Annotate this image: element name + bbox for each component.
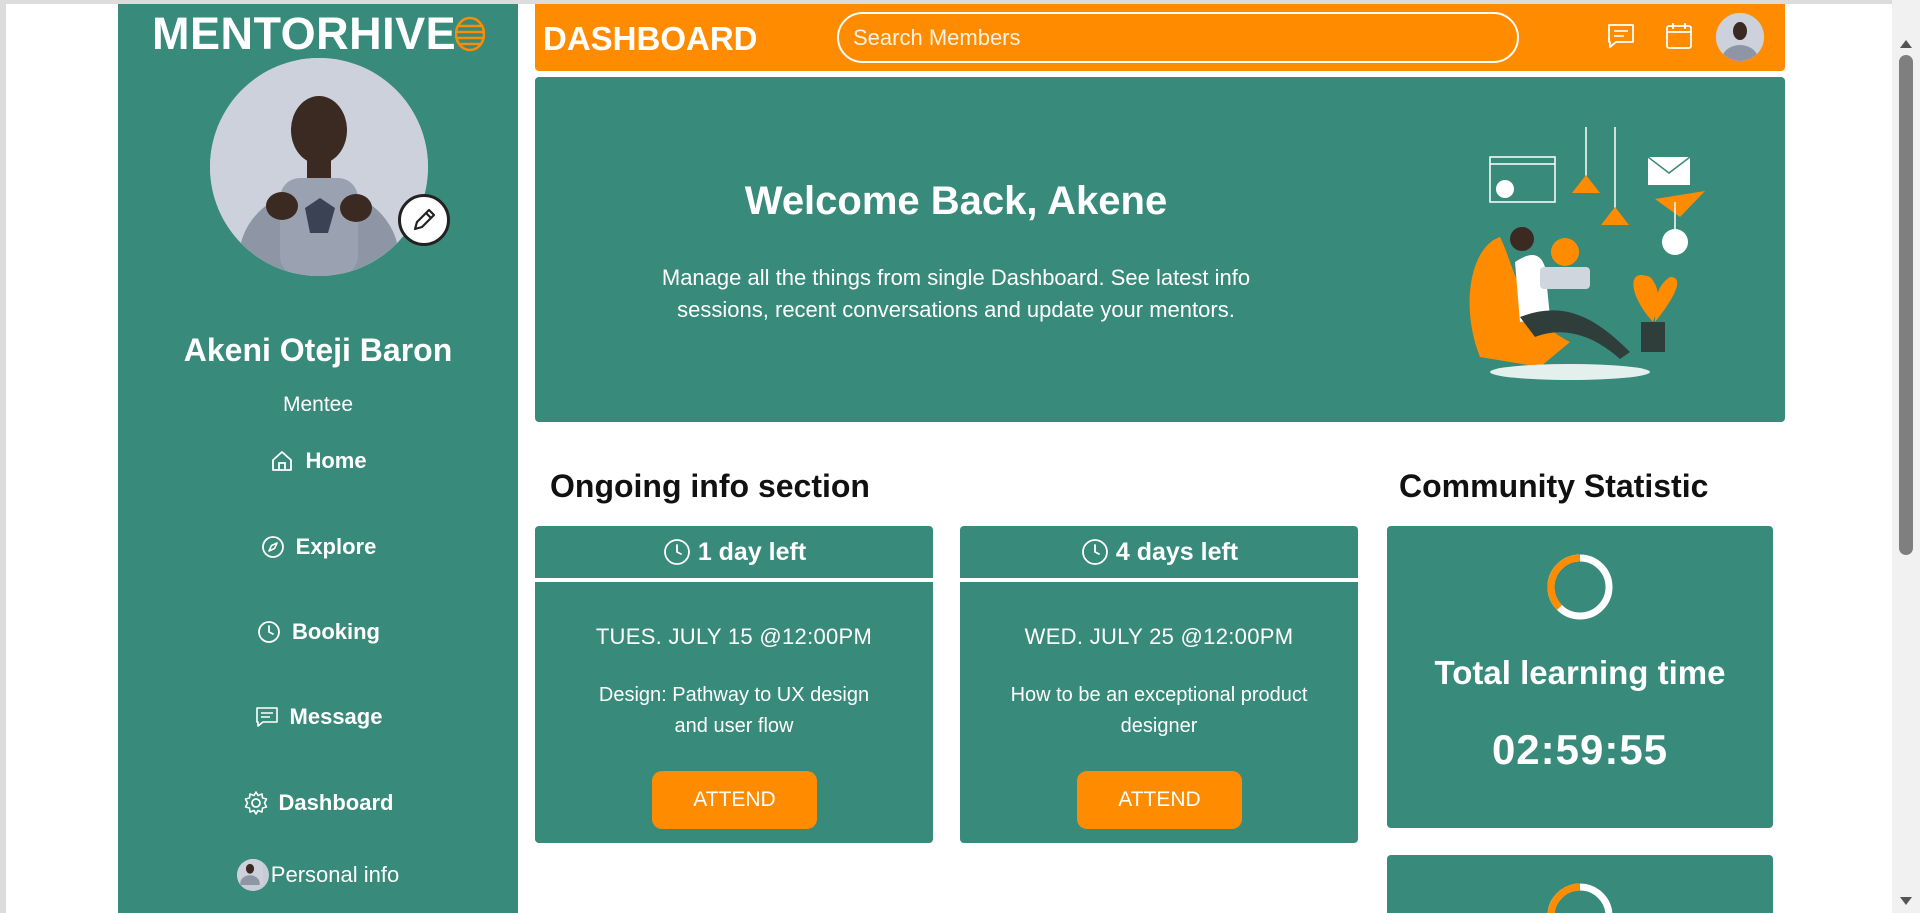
nav-message-label: Message	[289, 704, 383, 729]
calendar-icon[interactable]	[1663, 20, 1695, 52]
message-icon	[255, 707, 278, 727]
page-title: DASHBOARD	[543, 20, 758, 57]
welcome-banner: Welcome Back, Akene Manage all the thing…	[535, 77, 1785, 422]
pencil-icon	[413, 208, 436, 231]
profile-avatar	[210, 58, 428, 276]
scroll-up-arrow-icon[interactable]	[1900, 40, 1912, 48]
progress-ring-icon	[1547, 883, 1613, 913]
stacked-lines-icon	[455, 16, 485, 52]
session-date: WED. JULY 25 @12:00PM	[1024, 624, 1294, 649]
clock-icon	[258, 621, 280, 643]
clock-icon	[1081, 539, 1108, 565]
community-section-title: Community Statistic	[1399, 468, 1709, 504]
nav-booking[interactable]: Booking	[118, 619, 518, 645]
scroll-down-arrow-icon[interactable]	[1900, 897, 1912, 905]
browser-viewport: MENTORHIVE Akeni Oteji Baron Mentee Home…	[0, 0, 1892, 913]
nav-dashboard[interactable]: Dashboard	[118, 790, 518, 816]
nav-home[interactable]: Home	[118, 448, 518, 474]
nav-message[interactable]: Message	[118, 704, 518, 730]
nav-dashboard-label: Dashboard	[278, 790, 394, 815]
stat-card: Total learning time 02:59:55	[1387, 526, 1773, 828]
compass-icon	[261, 536, 284, 558]
nav-personal-info[interactable]: Personal info	[118, 859, 518, 891]
welcome-illustration	[1469, 127, 1705, 380]
session-card-header: 4 days left	[960, 526, 1358, 582]
attend-button[interactable]: ATTEND	[652, 771, 817, 829]
profile-avatar-wrap	[210, 58, 450, 276]
stat-card	[1387, 855, 1773, 913]
edit-profile-button[interactable]	[398, 194, 450, 246]
gear-icon	[244, 791, 267, 815]
session-date: TUES. JULY 15 @12:00PM	[595, 624, 873, 649]
sidebar: MENTORHIVE Akeni Oteji Baron Mentee Home…	[118, 4, 518, 913]
clock-icon	[663, 539, 690, 565]
session-card-header: 1 day left	[535, 526, 933, 582]
stat-label: Total learning time	[1434, 654, 1726, 691]
nav-home-label: Home	[305, 448, 367, 473]
nav-explore[interactable]: Explore	[118, 534, 518, 560]
message-icon[interactable]	[1605, 20, 1637, 52]
page-scrollbar[interactable]	[1892, 0, 1920, 913]
profile-role: Mentee	[282, 393, 354, 416]
attend-button[interactable]: ATTEND	[1077, 771, 1242, 829]
nav-explore-label: Explore	[295, 534, 377, 559]
profile-name: Akeni Oteji Baron	[183, 332, 453, 368]
profile-photo	[210, 58, 428, 276]
nav-booking-label: Booking	[292, 619, 380, 644]
session-time-left: 1 day left	[697, 537, 807, 566]
stat-value: 02:59:55	[1491, 726, 1669, 773]
search-input[interactable]	[837, 12, 1519, 63]
nav-personal-info-label: Personal info	[270, 862, 400, 887]
session-card: 4 days left WED. JULY 25 @12:00PM How to…	[960, 526, 1358, 843]
scroll-thumb[interactable]	[1899, 55, 1913, 555]
brand-logo-text[interactable]: MENTORHIVE	[152, 8, 456, 60]
welcome-text: Manage all the things from single Dashbo…	[661, 265, 1251, 322]
progress-ring-icon	[1547, 554, 1613, 620]
session-description: How to be an exceptional product designe…	[1010, 684, 1308, 737]
session-time-left: 4 days left	[1115, 537, 1239, 566]
home-icon	[272, 451, 293, 471]
ongoing-section-title: Ongoing info section	[550, 468, 870, 504]
session-description: Design: Pathway to UX design and user fl…	[598, 684, 870, 737]
welcome-title: Welcome Back, Akene	[744, 179, 1168, 223]
top-header: DASHBOARD	[535, 4, 1785, 71]
avatar	[236, 859, 269, 891]
session-card: 1 day left TUES. JULY 15 @12:00PM Design…	[535, 526, 933, 843]
header-avatar[interactable]	[1716, 13, 1764, 61]
